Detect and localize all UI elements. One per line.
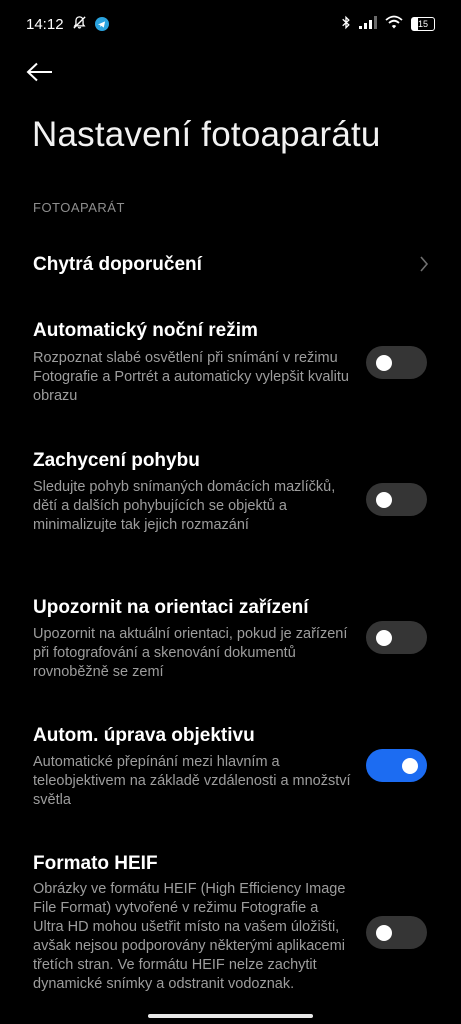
item-description: Upozornit na aktuální orientaci, pokud j… [33,626,348,680]
motion-capture-toggle[interactable] [366,483,427,516]
heif-format-item: Formato HEIF Obrázky ve formátu HEIF (Hi… [0,851,461,1024]
auto-night-mode-toggle[interactable] [366,346,427,379]
status-bar-right: 15 [341,15,435,34]
device-orientation-item: Upozornit na orientaci zařízení Upozorni… [0,595,461,685]
item-description: Automatické přepínání mezi hlavním a tel… [33,754,351,808]
motion-capture-item: Zachycení pohybu Sledujte pohyb snímanýc… [0,448,461,558]
battery-level: 15 [417,19,428,29]
arrow-left-icon [26,62,54,87]
status-bar: 14:12 15 [0,0,461,48]
chevron-right-icon [419,255,429,278]
auto-lens-adjust-toggle[interactable] [366,749,427,782]
item-description: Obrázky ve formátu HEIF (High Efficiency… [33,881,346,992]
item-title: Formato HEIF [33,853,158,874]
battery-icon: 15 [411,17,435,31]
heif-format-toggle[interactable] [366,916,427,949]
item-title: Autom. úprava objektivu [33,725,255,746]
item-title: Automatický noční režim [33,320,258,341]
telegram-icon [94,17,109,31]
smart-suggestions-item[interactable]: Chytrá doporučení [0,242,461,288]
home-indicator[interactable] [148,1014,313,1018]
item-description: Rozpoznat slabé osvětlení při snímání v … [33,350,349,404]
device-orientation-toggle[interactable] [366,621,427,654]
auto-lens-adjust-item: Autom. úprava objektivu Automatické přep… [0,723,461,813]
section-header: FOTOAPARÁT [33,200,125,215]
page-title: Nastavení fotoaparátu [32,115,381,154]
status-time: 14:12 [26,15,64,33]
bluetooth-icon [341,15,351,34]
bell-off-icon [72,15,87,34]
auto-night-mode-item: Automatický noční režim Rozpoznat slabé … [0,318,461,408]
back-button[interactable] [26,56,66,92]
item-title: Chytrá doporučení [33,254,202,275]
status-bar-left: 14:12 [26,15,109,34]
item-title: Upozornit na orientaci zařízení [33,597,309,618]
item-description: Sledujte pohyb snímaných domácích mazlíč… [33,479,336,533]
item-title: Zachycení pohybu [33,450,200,471]
wifi-icon [385,15,403,33]
signal-icon [359,15,377,33]
